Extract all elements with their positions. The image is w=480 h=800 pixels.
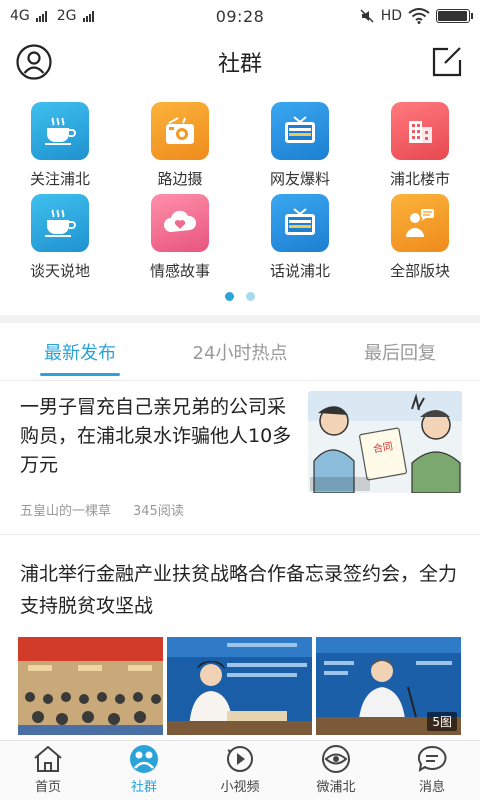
nav-label: 微浦北 <box>316 780 356 795</box>
user-avatar-icon[interactable] <box>16 44 52 80</box>
category-item[interactable]: 谈天说地 <box>0 190 120 288</box>
post-image[interactable] <box>167 637 312 735</box>
play-video-icon <box>227 746 253 772</box>
feed-item[interactable]: 一男子冒充自己亲兄弟的公司采购员，在浦北泉水诈骗他人10多万元 合同 五皇山的一… <box>0 383 480 535</box>
category-label: 话说浦北 <box>269 262 330 280</box>
category-item[interactable]: 话说浦北 <box>240 190 360 288</box>
page-title: 社群 <box>217 52 262 77</box>
nav-item-short-video[interactable]: 小视频 <box>192 741 288 800</box>
category-item[interactable]: 情感故事 <box>120 190 240 288</box>
category-item[interactable]: 全部版块 <box>360 190 480 288</box>
hd-label: HD <box>380 8 402 24</box>
nav-item-wei-pubei[interactable]: 微浦北 <box>288 741 384 800</box>
category-grid: 关注浦北 路边摄 网友爆料 浦北楼市 谈天说地 情感故事 话说浦北 全部版块 <box>0 98 480 288</box>
feed-tabs: 最新发布 24小时热点 最后回复 <box>0 323 480 381</box>
header: 社群 <box>0 32 480 92</box>
page-dot[interactable] <box>225 292 234 301</box>
tab-latest[interactable]: 最新发布 <box>0 323 160 380</box>
post-title[interactable]: 浦北举行金融产业扶贫战略合作备忘录签约会，全力支持脱贫攻坚战 <box>20 558 460 622</box>
home-icon <box>34 745 62 772</box>
post-image[interactable]: 5图 <box>316 637 461 735</box>
tab-underline <box>40 373 120 376</box>
nav-label: 消息 <box>418 780 445 795</box>
category-label: 浦北楼市 <box>389 170 450 188</box>
category-item[interactable]: 路边摄 <box>120 98 240 190</box>
category-item[interactable]: 网友爆料 <box>240 98 360 190</box>
category-label: 网友爆料 <box>269 170 330 188</box>
community-icon <box>130 745 158 773</box>
page-dot[interactable] <box>246 292 255 301</box>
tab-label: 最后回复 <box>364 342 436 364</box>
category-label: 全部版块 <box>389 262 450 280</box>
battery-icon <box>436 9 473 23</box>
nav-label: 小视频 <box>220 780 260 795</box>
eye-icon <box>322 745 350 773</box>
category-label: 谈天说地 <box>29 262 90 280</box>
post-author[interactable]: 五皇山的一棵草 <box>20 500 111 519</box>
message-icon <box>417 745 447 772</box>
category-item[interactable]: 关注浦北 <box>0 98 120 190</box>
breaking-news-tv-icon <box>271 194 329 252</box>
category-label: 路边摄 <box>157 170 203 188</box>
building-icon <box>391 102 449 160</box>
post-image[interactable] <box>18 637 163 735</box>
network-label-2: 2G <box>56 8 77 24</box>
breaking-news-tv-icon <box>271 102 329 160</box>
network-label-1: 4G <box>10 8 30 24</box>
feed-item[interactable]: 浦北举行金融产业扶贫战略合作备忘录签约会，全力支持脱贫攻坚战 5图 <box>0 548 480 738</box>
section-divider <box>0 315 480 323</box>
wifi-icon <box>408 8 430 24</box>
nav-label: 首页 <box>34 780 61 795</box>
signal-icon <box>82 10 94 22</box>
status-time: 09:28 <box>215 6 265 26</box>
status-bar: 4G 2G 09:28 HD <box>0 0 480 32</box>
tab-hot-24h[interactable]: 24小时热点 <box>160 323 320 380</box>
coffee-cup-icon <box>31 194 89 252</box>
post-reads: 345阅读 <box>133 504 184 519</box>
tab-label: 最新发布 <box>44 342 116 364</box>
image-count-badge: 5图 <box>427 712 457 731</box>
category-item[interactable]: 浦北楼市 <box>360 98 480 190</box>
category-label: 情感故事 <box>149 262 210 280</box>
nav-item-home[interactable]: 首页 <box>0 741 96 800</box>
compose-icon[interactable] <box>430 44 464 78</box>
signal-icon <box>35 10 47 22</box>
post-thumbnail[interactable]: 合同 <box>308 391 462 493</box>
status-left: 4G 2G <box>10 8 94 24</box>
camera-icon <box>151 102 209 160</box>
post-image-row: 5图 <box>18 637 462 735</box>
post-meta: 五皇山的一棵草 345阅读 <box>20 500 184 519</box>
cloud-heart-icon <box>151 194 209 252</box>
nav-item-messages[interactable]: 消息 <box>384 741 480 800</box>
nav-label: 社群 <box>130 780 157 795</box>
coffee-cup-icon <box>31 102 89 160</box>
nav-item-community[interactable]: 社群 <box>96 741 192 800</box>
category-label: 关注浦北 <box>29 170 90 188</box>
post-title[interactable]: 一男子冒充自己亲兄弟的公司采购员，在浦北泉水诈骗他人10多万元 <box>20 393 302 480</box>
tab-label: 24小时热点 <box>192 342 288 364</box>
bottom-nav: 首页 社群 小视频 微浦北 消息 <box>0 740 480 800</box>
status-right: HD <box>359 8 473 24</box>
page-indicator <box>0 292 480 301</box>
tab-last-reply[interactable]: 最后回复 <box>320 323 480 380</box>
person-speech-icon <box>391 194 449 252</box>
mute-icon <box>360 9 374 23</box>
